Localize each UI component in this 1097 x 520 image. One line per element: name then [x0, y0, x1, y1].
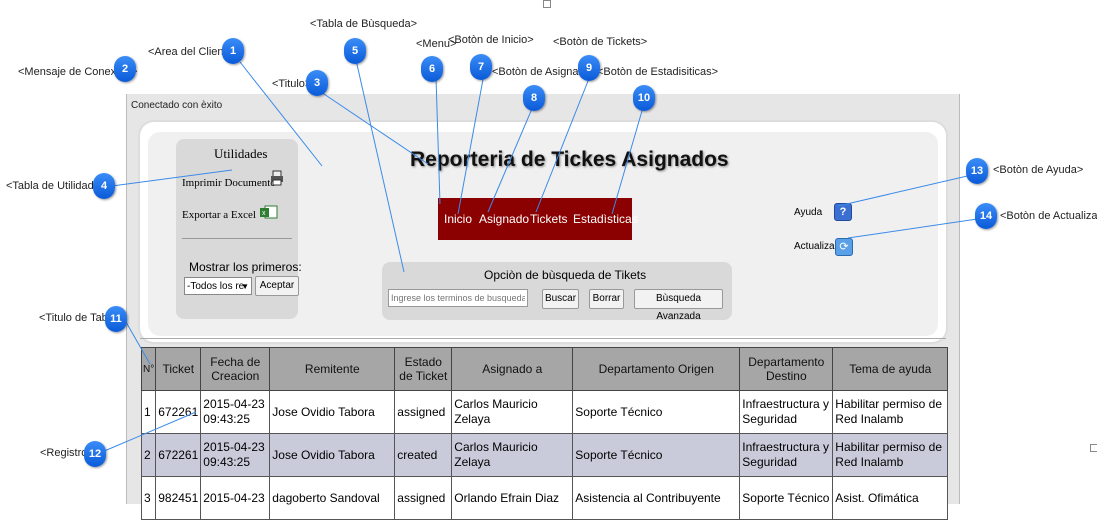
callout-boton-ayuda: <Botòn de Ayuda>: [993, 164, 1084, 176]
badge-5: 5: [344, 38, 366, 64]
header-depto-destino: Departamento Destino: [739, 347, 834, 391]
header-estado: Estado de Ticket: [394, 347, 453, 391]
cell-num: 1: [140, 390, 157, 434]
show-first-select[interactable]: -Todos los re ▼: [184, 277, 252, 295]
cell-tema: Asist. Ofimática: [832, 476, 949, 520]
badge-8: 8: [523, 85, 545, 111]
svg-text:x: x: [262, 210, 266, 217]
callout-tabla-busqueda: <Tabla de Bùsqueda>: [310, 18, 418, 30]
table-header-row: N° Ticket Fecha de Creacion Remitente Es…: [140, 347, 949, 391]
cell-depto-destino: Soporte Técnico: [739, 476, 834, 520]
accept-button[interactable]: Aceptar: [255, 276, 299, 296]
cell-ticket: 672261: [155, 390, 202, 434]
table-separator: [140, 338, 946, 339]
menu-tickets-button[interactable]: Tickets: [530, 212, 568, 226]
help-label: Ayuda: [794, 207, 823, 218]
cell-num: 2: [140, 433, 157, 477]
cell-asignado: Carlos Mauricio Zelaya: [451, 433, 574, 477]
header-tema: Tema de ayuda: [832, 347, 949, 391]
header-depto-origen: Departamento Origen: [572, 347, 741, 391]
callout-boton-inicio: <Botòn de Inicio>: [448, 34, 534, 46]
cell-remitente: Jose Ovidio Tabora: [269, 433, 396, 477]
export-excel-link[interactable]: Exportar a Excel: [182, 209, 256, 221]
refresh-icon[interactable]: ⟳: [835, 238, 853, 256]
resize-handle-top: [543, 0, 551, 8]
callout-boton-actualizar: <Botòn de Actualizar>: [1000, 210, 1097, 222]
printer-icon[interactable]: [270, 170, 284, 186]
header-num: N°: [140, 347, 157, 391]
badge-2: 2: [114, 56, 136, 82]
cell-asignado: Orlando Efrain Diaz: [451, 476, 574, 520]
cell-depto-origen: Soporte Técnico: [572, 433, 741, 477]
search-button[interactable]: Buscar: [542, 289, 579, 309]
table-row[interactable]: 2 672261 2015-04-23 09:43:25 Jose Ovidio…: [140, 433, 949, 477]
resize-handle-right: [1090, 444, 1097, 452]
cell-ticket: 982451: [155, 476, 202, 520]
show-first-label: Mostrar los primeros:: [189, 260, 302, 274]
connection-message: Conectado con èxito: [131, 100, 223, 111]
chevron-down-icon: ▼: [241, 282, 249, 291]
advanced-search-button[interactable]: Bùsqueda Avanzada: [634, 289, 723, 322]
utilities-divider: [182, 238, 292, 239]
table-row[interactable]: 3 982451 2015-04-23 dagoberto Sandoval a…: [140, 476, 949, 520]
header-fecha: Fecha de Creacion: [200, 347, 271, 391]
badge-13: 13: [966, 158, 988, 184]
cell-num: 3: [140, 476, 157, 520]
refresh-label: Actualizar: [794, 241, 838, 252]
badge-12: 12: [84, 441, 106, 467]
cell-fecha: 2015-04-23 09:43:25: [200, 390, 271, 434]
menu-asignado-button[interactable]: Asignado: [479, 212, 529, 226]
header-ticket: Ticket: [155, 347, 202, 391]
cell-depto-destino: Infraestructura y Seguridad: [739, 433, 834, 477]
badge-1: 1: [222, 38, 244, 64]
badge-3: 3: [306, 70, 328, 96]
tickets-table: N° Ticket Fecha de Creacion Remitente Es…: [140, 347, 949, 520]
cell-tema: Habilitar permiso de Red Inalamb: [832, 390, 949, 434]
menu-estadisticas-button[interactable]: Estadìsticas: [573, 212, 638, 226]
select-value: -Todos los re: [187, 281, 245, 292]
callout-boton-tickets: <Botòn de Tickets>: [553, 36, 648, 48]
cell-remitente: dagoberto Sandoval: [269, 476, 396, 520]
excel-icon[interactable]: x: [260, 205, 278, 219]
cell-remitente: Jose Ovidio Tabora: [269, 390, 396, 434]
cell-depto-destino: Infraestructura y Seguridad: [739, 390, 834, 434]
clear-button[interactable]: Borrar: [589, 289, 624, 309]
utilities-title: Utilidades: [214, 146, 268, 161]
badge-4: 4: [93, 173, 115, 199]
menu-inicio-button[interactable]: Inicio: [444, 212, 472, 226]
cell-ticket: 672261: [155, 433, 202, 477]
badge-7: 7: [470, 54, 492, 80]
badge-10: 10: [633, 85, 655, 111]
search-title: Opciòn de bùsqueda de Tikets: [484, 268, 647, 282]
badge-9: 9: [578, 55, 600, 81]
cell-fecha: 2015-04-23: [200, 476, 271, 520]
cell-estado: created: [394, 433, 453, 477]
badge-14: 14: [975, 203, 997, 229]
search-input[interactable]: [388, 289, 528, 307]
cell-asignado: Carlos Mauricio Zelaya: [451, 390, 574, 434]
badge-11: 11: [105, 306, 127, 332]
cell-depto-origen: Asistencia al Contribuyente: [572, 476, 741, 520]
cell-tema: Habilitar permiso de Red Inalamb: [832, 433, 949, 477]
cell-estado: assigned: [394, 476, 453, 520]
header-remitente: Remitente: [269, 347, 396, 391]
badge-6: 6: [421, 56, 443, 82]
cell-depto-origen: Soporte Técnico: [572, 390, 741, 434]
cell-estado: assigned: [394, 390, 453, 434]
table-row[interactable]: 1 672261 2015-04-23 09:43:25 Jose Ovidio…: [140, 390, 949, 434]
header-asignado: Asignado a: [451, 347, 574, 391]
page-title: Reporteria de Tickes Asignados: [410, 148, 729, 171]
callout-boton-estadisticas: <Botòn de Estadisiticas>: [597, 66, 719, 78]
help-icon[interactable]: ?: [834, 203, 852, 221]
cell-fecha: 2015-04-23 09:43:25: [200, 433, 271, 477]
print-document-link[interactable]: Imprimir Documento: [182, 177, 276, 189]
